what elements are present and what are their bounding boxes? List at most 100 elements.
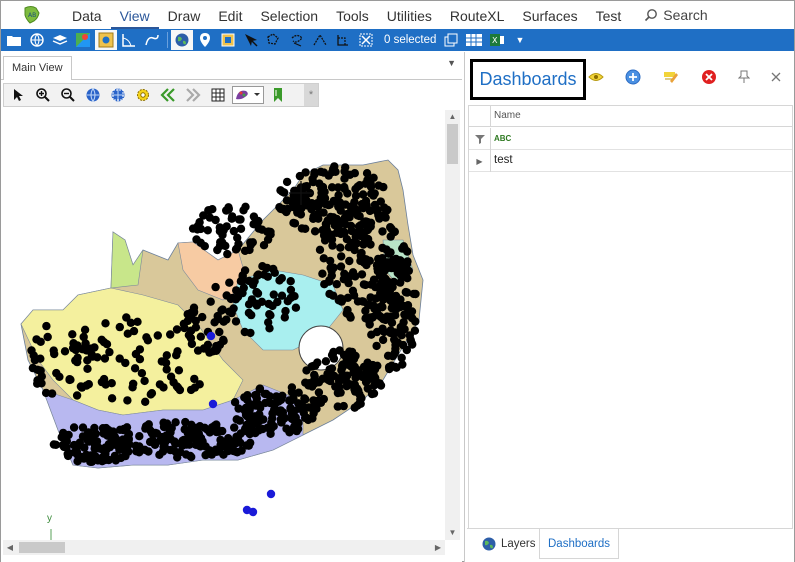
map-point-marker (130, 364, 140, 373)
zoom-extent-icon[interactable] (106, 84, 130, 106)
select-polygon-icon[interactable] (263, 30, 285, 50)
map-highlighted-point (206, 331, 216, 341)
scroll-up-icon[interactable]: ▲ (445, 110, 460, 124)
tab-dashboards[interactable]: Dashboards (539, 529, 620, 559)
open-folder-icon[interactable] (3, 30, 25, 50)
map-point-marker (403, 301, 413, 310)
select-lasso-icon[interactable] (286, 30, 308, 50)
globe-settings-icon[interactable] (26, 30, 48, 50)
layers-icon[interactable] (49, 30, 71, 50)
scroll-down-icon[interactable]: ▼ (445, 526, 460, 540)
map-point-marker (73, 357, 82, 367)
copy-selection-icon[interactable] (440, 30, 462, 50)
map-point-marker (69, 423, 79, 432)
map-point-marker (253, 216, 263, 226)
map-point-marker (225, 278, 234, 287)
map-point-marker (133, 317, 142, 326)
tab-menu-chevron-down-icon[interactable]: ▼ (447, 58, 456, 68)
search-box[interactable]: Search (644, 1, 708, 29)
zoom-world-icon[interactable] (81, 84, 105, 106)
table-row[interactable]: ▶ test (469, 150, 792, 172)
row-expand-icon[interactable]: ▶ (469, 150, 491, 172)
zoom-out-icon[interactable] (56, 84, 80, 106)
add-dashboard-icon[interactable] (624, 68, 642, 86)
map-point-marker (123, 396, 132, 405)
map-point-marker (286, 277, 295, 286)
next-view-icon[interactable] (181, 84, 205, 106)
menu-data[interactable]: Data (63, 1, 111, 29)
view-dashboard-eye-icon[interactable] (587, 68, 605, 86)
map-point-marker (73, 450, 82, 459)
excel-export-icon[interactable]: X (486, 30, 508, 50)
menu-edit[interactable]: Edit (209, 1, 251, 29)
map-point-marker (195, 380, 204, 389)
map-point-marker (155, 450, 164, 459)
google-map-icon[interactable] (72, 30, 94, 50)
menu-test[interactable]: Test (587, 1, 631, 29)
measure-angle-icon[interactable] (118, 30, 140, 50)
map-point-marker (391, 305, 401, 314)
settings-gear-icon[interactable] (131, 84, 155, 106)
map-pin-icon[interactable] (194, 30, 216, 50)
map-canvas[interactable]: y x z 400km (3, 110, 445, 540)
menu-draw[interactable]: Draw (159, 1, 210, 29)
select-region-icon[interactable] (217, 30, 239, 50)
edit-dashboard-icon[interactable] (662, 68, 680, 86)
map-point-marker (80, 325, 90, 334)
select-line-icon[interactable] (309, 30, 331, 50)
tab-layers[interactable]: Layers (473, 529, 544, 559)
map-point-marker (377, 313, 386, 322)
map-point-marker (374, 181, 383, 190)
map-point-marker (263, 423, 272, 432)
grid-icon[interactable] (206, 84, 230, 106)
horizontal-scroll-thumb[interactable] (19, 542, 65, 553)
world-globe-icon[interactable] (171, 30, 193, 50)
map-point-marker (388, 352, 397, 361)
scroll-left-icon[interactable]: ◀ (3, 540, 17, 555)
map-point-marker (382, 206, 391, 215)
menu-routexl[interactable]: RouteXL (441, 1, 513, 29)
map-vertical-scrollbar[interactable]: ▲ ▼ (445, 110, 460, 540)
map-view-icon[interactable] (95, 30, 117, 50)
map-toolbar-pin-icon[interactable]: * (304, 84, 318, 106)
toolbar-overflow-dropdown[interactable]: ▼ (515, 35, 524, 45)
select-rectangle-icon[interactable] (332, 30, 354, 50)
map-point-marker (320, 280, 329, 289)
close-panel-icon[interactable] (767, 68, 785, 86)
map-point-marker (275, 276, 284, 285)
map-point-marker (365, 365, 374, 375)
dashboard-name-cell[interactable]: test (494, 154, 513, 166)
table-view-icon[interactable] (463, 30, 485, 50)
map-point-marker (87, 457, 97, 466)
pointer-icon[interactable] (6, 84, 30, 106)
color-palette-dropdown-icon[interactable] (231, 84, 265, 106)
map-point-marker (296, 210, 306, 219)
scroll-right-icon[interactable]: ▶ (431, 540, 445, 555)
map-point-marker (363, 358, 372, 367)
vertical-scroll-thumb[interactable] (447, 124, 458, 164)
bookmark-icon[interactable] (266, 84, 290, 106)
previous-view-icon[interactable] (156, 84, 180, 106)
pin-panel-icon[interactable] (735, 68, 753, 86)
delete-dashboard-icon[interactable] (700, 68, 718, 86)
name-filter-input[interactable]: ABC (494, 132, 511, 144)
map-point-marker (101, 319, 110, 328)
column-header-name[interactable]: Name (494, 110, 521, 121)
menu-utilities[interactable]: Utilities (378, 1, 441, 29)
clear-selection-icon[interactable] (355, 30, 377, 50)
zoom-in-icon[interactable] (31, 84, 55, 106)
map-point-marker (231, 317, 241, 326)
search-icon (645, 9, 658, 22)
menu-selection[interactable]: Selection (251, 1, 327, 29)
tab-main-view[interactable]: Main View (3, 56, 72, 80)
map-point-marker (105, 347, 114, 357)
app-logo-icon[interactable]: AB (21, 5, 43, 25)
map-horizontal-scrollbar[interactable]: ◀ ▶ (3, 540, 445, 555)
menu-surfaces[interactable]: Surfaces (513, 1, 586, 29)
measure-curve-icon[interactable] (141, 30, 163, 50)
menu-tools[interactable]: Tools (327, 1, 378, 29)
map-point-marker (359, 280, 369, 289)
menu-view[interactable]: View (110, 1, 159, 29)
map-point-marker (239, 283, 248, 292)
select-arrow-icon[interactable] (240, 30, 262, 50)
